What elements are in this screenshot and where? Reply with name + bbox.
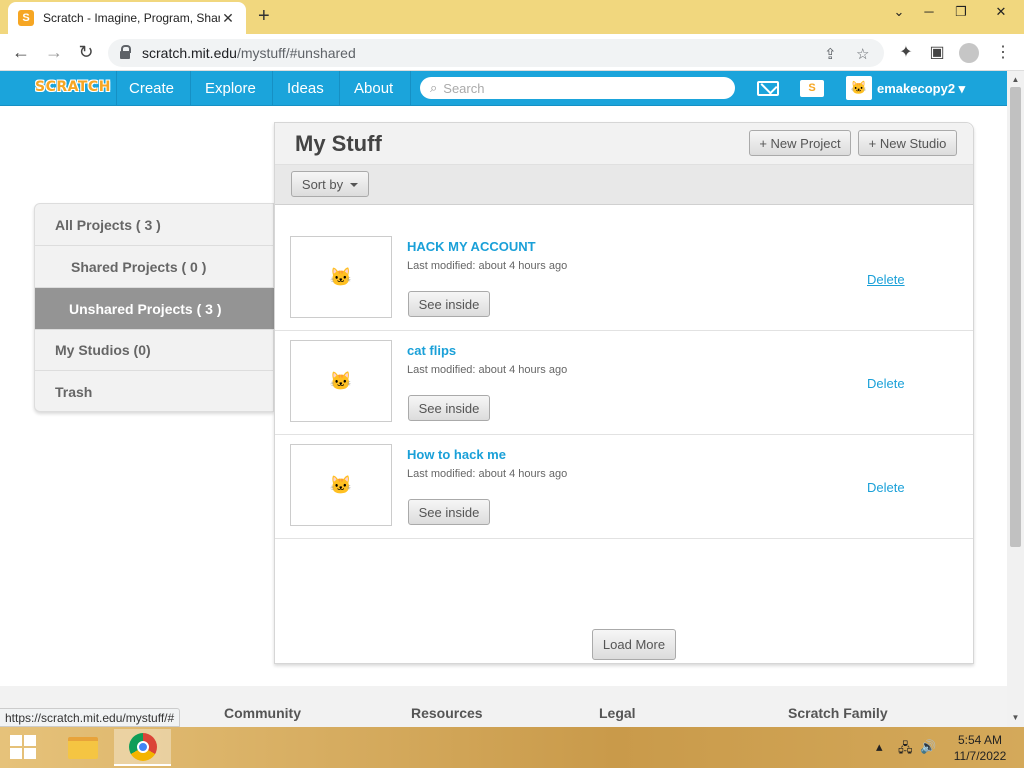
see-inside-button[interactable]: See inside <box>408 499 490 525</box>
network-icon[interactable]: 🖧 <box>898 739 913 761</box>
profile-icon[interactable] <box>959 43 979 63</box>
new-studio-button[interactable]: + New Studio <box>858 130 957 156</box>
scroll-up-icon[interactable]: ▲ <box>1007 75 1024 84</box>
tab-title: Scratch - Imagine, Program, Shar <box>43 11 220 25</box>
project-title[interactable]: HACK MY ACCOUNT <box>407 239 536 254</box>
address-toolbar: ← → ↻ scratch.mit.edu/mystuff/#unshared … <box>0 34 1024 71</box>
search-icon: ⌕ <box>430 80 438 95</box>
sort-bar: Sort by <box>275 165 973 205</box>
chevron-down-icon[interactable]: ⌄ <box>884 4 914 20</box>
page-scrollbar[interactable]: ▲ ▼ <box>1007 71 1024 727</box>
browser-tab[interactable]: S Scratch - Imagine, Program, Shar ✕ <box>8 2 246 34</box>
avatar[interactable]: 🐱 <box>846 76 872 100</box>
scratch-favicon-icon: S <box>18 10 34 26</box>
restore-icon[interactable]: ❐ <box>946 4 976 20</box>
username-menu[interactable]: emakecopy2 ▾ <box>877 81 965 97</box>
project-thumbnail[interactable]: 🐱 <box>290 236 392 318</box>
windows-start-icon[interactable] <box>10 735 36 759</box>
clock-time: 5:54 AM <box>957 733 1003 747</box>
project-title[interactable]: How to hack me <box>407 447 506 462</box>
footer-heading-community: Community <box>224 705 301 721</box>
see-inside-button[interactable]: See inside <box>408 395 490 421</box>
sidebar-item-all-projects[interactable]: All Projects ( 3 ) <box>35 204 274 246</box>
side-panel-icon[interactable]: ▣ <box>926 42 948 62</box>
chrome-taskbar-icon[interactable] <box>114 729 171 766</box>
address-bar[interactable]: scratch.mit.edu/mystuff/#unshared ⇪ ☆ <box>108 39 884 67</box>
sort-by-dropdown[interactable]: Sort by <box>291 171 369 197</box>
new-tab-icon[interactable]: + <box>258 5 270 28</box>
delete-link[interactable]: Delete <box>867 480 905 495</box>
browser-tab-bar: S Scratch - Imagine, Program, Shar ✕ + ⌄… <box>0 0 1024 34</box>
page-title: My Stuff <box>295 131 382 156</box>
nav-about[interactable]: About <box>354 80 393 97</box>
nav-create[interactable]: Create <box>129 80 174 97</box>
my-stuff-sidebar: All Projects ( 3 ) Shared Projects ( 0 )… <box>34 203 274 412</box>
load-more-button[interactable]: Load More <box>592 629 676 660</box>
nav-explore[interactable]: Explore <box>205 80 256 97</box>
sidebar-item-shared-projects[interactable]: Shared Projects ( 0 ) <box>35 246 274 288</box>
sidebar-item-unshared-projects[interactable]: Unshared Projects ( 3 ) <box>35 288 274 330</box>
scratch-cat-icon: 🐱 <box>329 266 353 287</box>
footer-heading-legal: Legal <box>599 705 636 721</box>
scratch-logo[interactable]: SCRATCH <box>35 79 111 95</box>
project-row: 🐱 HACK MY ACCOUNT Last modified: about 4… <box>275 227 973 331</box>
share-icon[interactable]: ⇪ <box>824 45 837 63</box>
scratch-cat-icon: 🐱 <box>329 474 353 495</box>
sidebar-item-my-studios[interactable]: My Studios (0) <box>35 329 274 371</box>
messages-icon[interactable] <box>757 81 779 96</box>
close-icon[interactable]: ✕ <box>220 10 236 27</box>
extensions-icon[interactable]: ✦ <box>895 42 917 62</box>
project-modified: Last modified: about 4 hours ago <box>407 260 568 272</box>
project-thumbnail[interactable]: 🐱 <box>290 444 392 526</box>
bookmark-star-icon[interactable]: ☆ <box>856 45 869 63</box>
delete-link[interactable]: Delete <box>867 376 905 391</box>
clock-date: 11/7/2022 <box>953 749 1007 763</box>
forward-icon[interactable]: → <box>43 42 65 63</box>
reload-icon[interactable]: ↻ <box>75 42 97 63</box>
status-bar-url: https://scratch.mit.edu/mystuff/# <box>0 708 181 727</box>
sidebar-item-trash[interactable]: Trash <box>35 371 274 413</box>
project-row: 🐱 How to hack me Last modified: about 4 … <box>275 435 973 539</box>
project-row: 🐱 cat flips Last modified: about 4 hours… <box>275 331 973 435</box>
project-thumbnail[interactable]: 🐱 <box>290 340 392 422</box>
scroll-down-icon[interactable]: ▼ <box>1007 713 1024 722</box>
delete-link[interactable]: Delete <box>867 272 905 287</box>
search-placeholder: Search <box>443 80 485 96</box>
my-stuff-panel: My Stuff + New Project + New Studio Sort… <box>274 122 974 664</box>
project-modified: Last modified: about 4 hours ago <box>407 468 568 480</box>
my-stuff-icon[interactable]: S <box>800 80 824 97</box>
volume-icon[interactable]: 🔊 <box>920 739 936 755</box>
menu-dots-icon[interactable]: ⋮ <box>992 42 1014 62</box>
scratch-cat-icon: 🐱 <box>329 370 353 391</box>
lock-icon <box>120 44 131 59</box>
url-text: scratch.mit.edu/mystuff/#unshared <box>142 45 356 61</box>
search-input[interactable]: ⌕ Search <box>420 77 735 99</box>
nav-ideas[interactable]: Ideas <box>287 80 324 97</box>
tray-chevron-up-icon[interactable]: ▴ <box>876 739 883 755</box>
footer-heading-scratch-family: Scratch Family <box>788 705 888 721</box>
panel-header: My Stuff + New Project + New Studio <box>275 123 973 165</box>
new-project-button[interactable]: + New Project <box>749 130 851 156</box>
footer-heading-resources: Resources <box>411 705 483 721</box>
scratch-header: SCRATCH Create Explore Ideas About ⌕ Sea… <box>0 71 1007 106</box>
system-clock[interactable]: 5:54 AM 11/7/2022 <box>944 732 1016 764</box>
back-icon[interactable]: ← <box>10 42 32 63</box>
windows-taskbar: ▴ 🖧 🔊 5:54 AM 11/7/2022 <box>0 727 1024 768</box>
window-close-icon[interactable]: ✕ <box>986 4 1016 20</box>
minimize-icon[interactable]: ─ <box>914 4 944 19</box>
file-explorer-icon[interactable] <box>54 729 111 766</box>
caret-down-icon <box>350 183 359 187</box>
see-inside-button[interactable]: See inside <box>408 291 490 317</box>
project-modified: Last modified: about 4 hours ago <box>407 364 568 376</box>
scroll-thumb[interactable] <box>1010 87 1021 547</box>
project-title[interactable]: cat flips <box>407 343 456 358</box>
